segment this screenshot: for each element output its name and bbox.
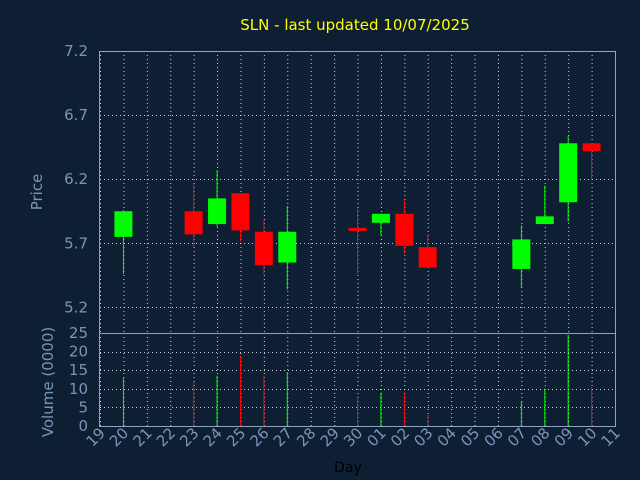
x-axis-ticks: 1920212223242526272829300102030405060708…	[83, 424, 624, 450]
chart-title: SLN - last updated 10/07/2025	[240, 16, 469, 34]
candle-body	[395, 213, 414, 246]
price-tick-label: 5.7	[64, 234, 88, 252]
x-tick-label: 23	[176, 424, 202, 450]
price-tick-label: 6.7	[64, 106, 88, 124]
candle-body	[254, 231, 273, 266]
x-tick-label: 11	[598, 424, 624, 450]
x-tick-label: 08	[527, 424, 553, 450]
volume-tick-label: 15	[69, 361, 88, 379]
x-tick-label: 21	[129, 424, 155, 450]
price-candles	[114, 135, 601, 290]
x-tick-label: 28	[293, 424, 319, 450]
candle-body	[582, 143, 601, 151]
x-tick-label: 03	[410, 424, 436, 450]
candle-body	[231, 193, 250, 231]
candle-body	[114, 211, 133, 237]
x-tick-label: 04	[434, 424, 460, 450]
volume-tick-label: 5	[78, 398, 88, 416]
volume-tick-label: 20	[69, 343, 88, 361]
volume-tick-label: 25	[69, 324, 88, 342]
x-tick-label: 26	[246, 424, 272, 450]
volume-bars	[122, 334, 593, 426]
price-tick-label: 5.2	[64, 298, 88, 316]
x-tick-label: 07	[504, 424, 530, 450]
price-gridlines	[100, 51, 616, 333]
x-tick-label: 06	[481, 424, 507, 450]
candle-body	[418, 247, 437, 268]
x-tick-label: 09	[551, 424, 577, 450]
x-tick-label: 01	[364, 424, 390, 450]
candlestick-chart: SLN - last updated 10/07/2025 7.2 6.7 6.2 5…	[28, 16, 624, 476]
x-tick-label: 30	[340, 424, 366, 450]
candle-body	[348, 227, 367, 231]
candle-body	[371, 213, 390, 223]
volume-tick-label: 10	[69, 380, 88, 398]
volume-axis-ticks: 2520151050	[69, 324, 88, 435]
candle-body	[559, 143, 578, 203]
x-tick-label: 27	[270, 424, 296, 450]
x-tick-label: 10	[574, 424, 600, 450]
price-axis-ticks: 7.2 6.7 6.2 5.7 5.2	[64, 42, 88, 316]
x-tick-label: 29	[317, 424, 343, 450]
x-tick-label: 25	[223, 424, 249, 450]
candle-body	[535, 216, 554, 225]
price-tick-label: 6.2	[64, 170, 88, 188]
candle-body	[184, 211, 203, 235]
price-tick-label: 7.2	[64, 42, 88, 60]
x-tick-label: 05	[457, 424, 483, 450]
candle-body	[208, 198, 227, 225]
x-tick-label: 20	[106, 424, 132, 450]
candle-body	[278, 231, 297, 263]
x-axis-label: Day	[334, 460, 362, 476]
volume-axis-label: Volume (0000)	[39, 327, 57, 437]
x-tick-label: 24	[200, 424, 226, 450]
price-axis-label: Price	[28, 174, 46, 211]
x-tick-label: 22	[153, 424, 179, 450]
x-tick-label: 02	[387, 424, 413, 450]
candle-body	[512, 239, 531, 269]
